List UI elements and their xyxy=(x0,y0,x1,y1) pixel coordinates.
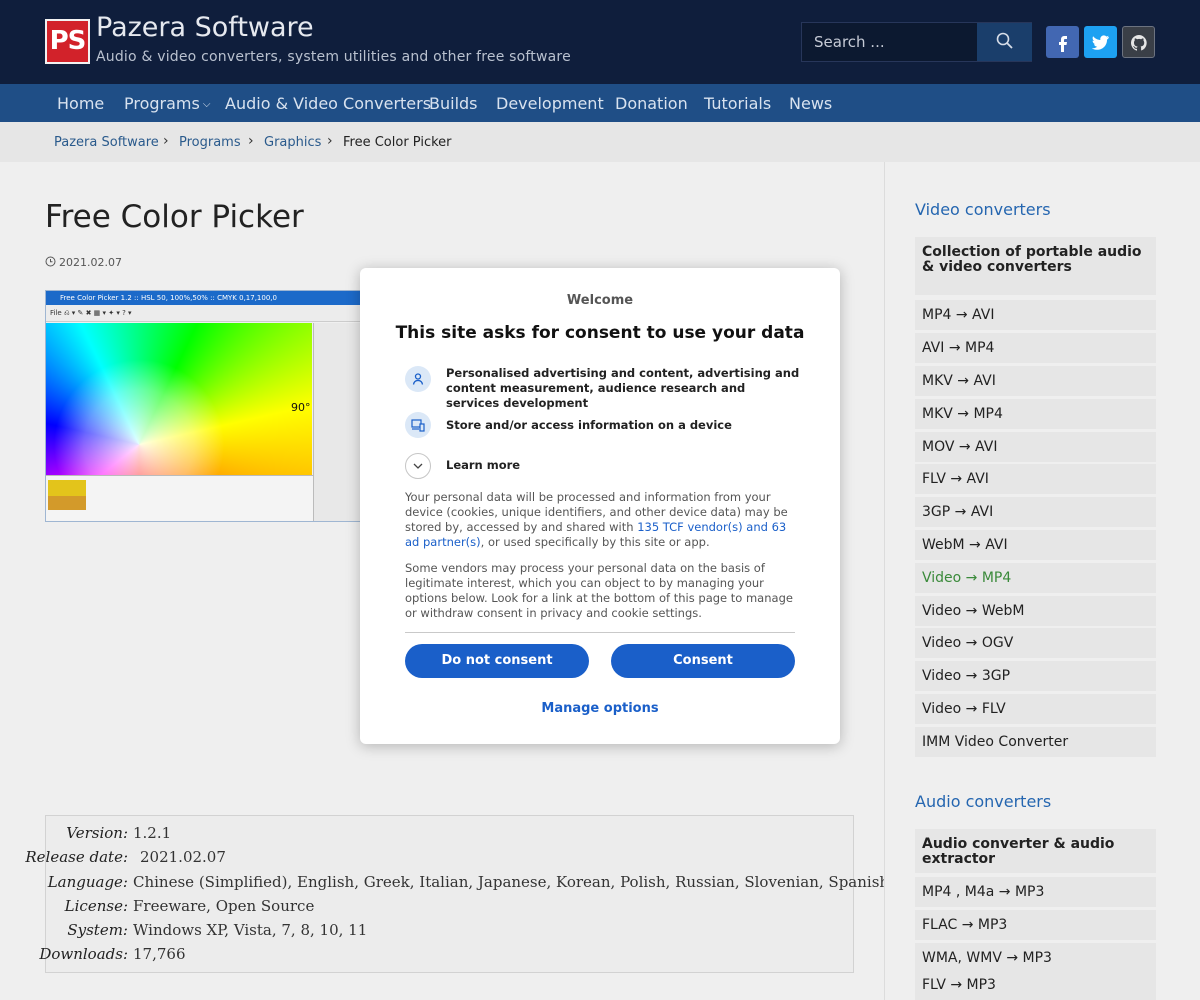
consent-learn-more[interactable]: Learn more xyxy=(405,453,805,483)
do-not-consent-button[interactable]: Do not consent xyxy=(405,644,589,678)
consent-purpose-text: Personalised advertising and content, ad… xyxy=(446,366,800,410)
manage-options-button[interactable]: Manage options xyxy=(360,701,840,716)
consent-welcome: Welcome xyxy=(566,293,634,308)
devices-icon xyxy=(405,412,431,438)
consent-paragraph-2: Some vendors may process your personal d… xyxy=(405,561,793,620)
consent-purpose-text: Store and/or access information on a dev… xyxy=(446,418,732,432)
person-icon xyxy=(405,366,431,392)
chevron-down-icon[interactable] xyxy=(405,453,431,479)
consent-paragraph-1-tail: , or used specifically by this site or a… xyxy=(480,535,710,549)
consent-divider xyxy=(405,632,795,633)
learn-more-label[interactable]: Learn more xyxy=(446,458,801,473)
consent-purpose-advertising: Personalised advertising and content, ad… xyxy=(405,366,805,410)
consent-button[interactable]: Consent xyxy=(611,644,795,678)
consent-dialog: Welcome This site asks for consent to us… xyxy=(360,268,840,744)
consent-paragraph-1: Your personal data will be processed and… xyxy=(405,490,797,550)
consent-title: This site asks for consent to use your d… xyxy=(395,323,805,343)
consent-purpose-storage: Store and/or access information on a dev… xyxy=(405,412,805,442)
